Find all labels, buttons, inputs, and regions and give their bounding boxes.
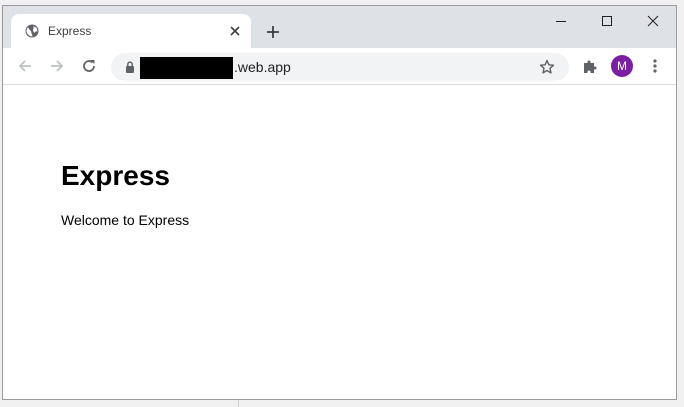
- minimize-icon: [556, 21, 566, 22]
- star-icon[interactable]: [539, 59, 555, 75]
- minimize-button[interactable]: [538, 6, 584, 36]
- forward-button[interactable]: [45, 54, 69, 78]
- plus-icon: [267, 26, 279, 38]
- arrow-right-icon: [51, 60, 64, 72]
- puzzle-icon: [584, 60, 597, 73]
- url-text: .web.app: [234, 59, 291, 75]
- page-content: Express Welcome to Express: [3, 85, 676, 399]
- arrow-left-icon: [18, 60, 31, 72]
- address-bar[interactable]: .web.app: [111, 53, 569, 81]
- tab-strip: Express: [3, 6, 676, 48]
- new-tab-button[interactable]: [261, 20, 285, 44]
- globe-icon: [25, 24, 39, 38]
- browser-toolbar: .web.app M: [3, 48, 676, 85]
- maximize-icon: [602, 16, 612, 26]
- maximize-button[interactable]: [584, 6, 630, 36]
- close-tab-icon[interactable]: [227, 23, 243, 39]
- extensions-button[interactable]: [578, 54, 602, 78]
- lock-icon[interactable]: [123, 60, 137, 74]
- tab-express[interactable]: Express: [11, 14, 251, 48]
- redacted-url-part: [140, 57, 233, 79]
- tab-title: Express: [48, 24, 92, 38]
- page-title: Express: [61, 160, 170, 191]
- more-vert-icon: [653, 59, 657, 73]
- menu-button[interactable]: [643, 54, 667, 78]
- browser-window: Express .web.app M Express Welcome to Ex…: [2, 5, 677, 400]
- close-window-button[interactable]: [630, 6, 676, 36]
- page-welcome-text: Welcome to Express: [61, 212, 190, 228]
- back-button[interactable]: [13, 54, 37, 78]
- reload-button[interactable]: [77, 54, 101, 78]
- profile-avatar[interactable]: M: [611, 55, 633, 77]
- reload-icon: [83, 60, 95, 72]
- close-icon: [647, 15, 659, 27]
